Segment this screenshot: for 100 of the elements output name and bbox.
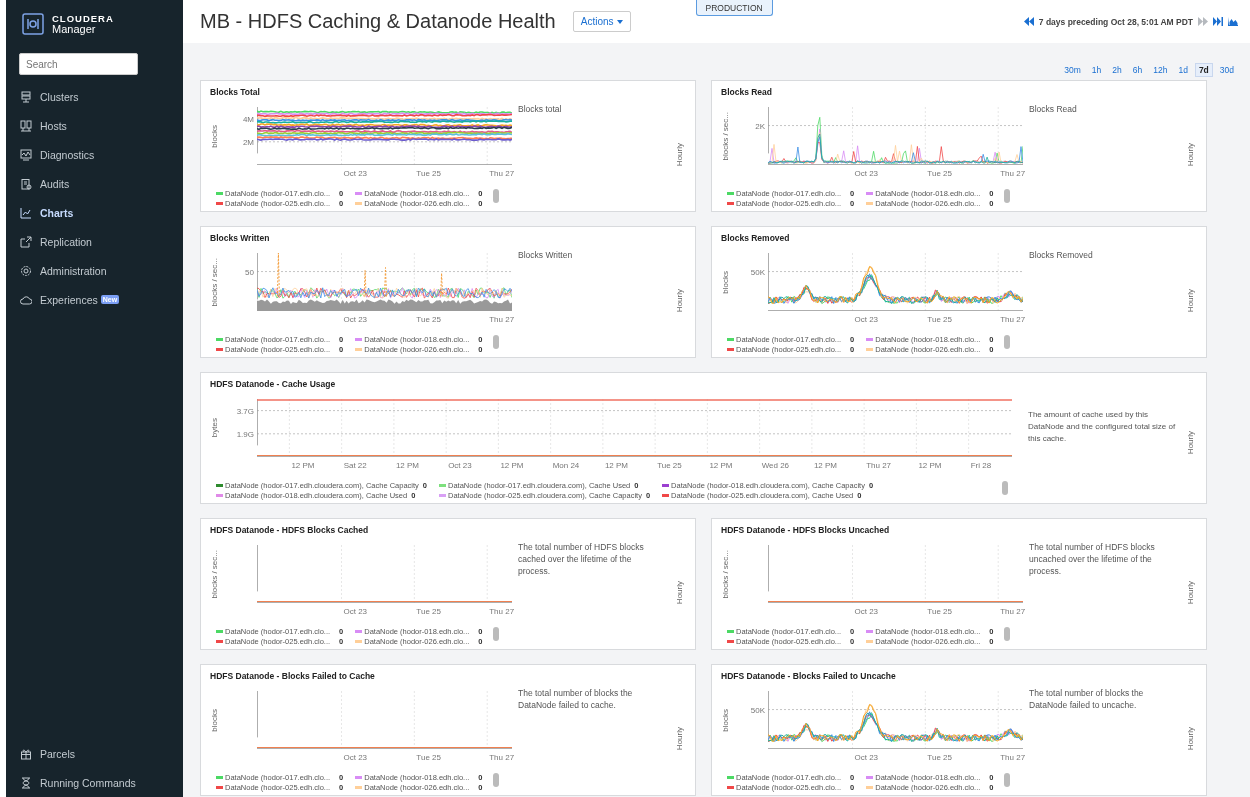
tick-label: Tue 25	[416, 169, 441, 178]
time-range-link[interactable]: 1d	[1174, 63, 1192, 77]
chart-description: The total number of HDFS blocks uncached over the lifetime of the process.	[1028, 541, 1156, 578]
tick-label: Oct 23	[854, 169, 879, 178]
tick-label: Fri 28	[970, 461, 992, 470]
hourglass-icon	[20, 776, 32, 789]
tick-label: Oct 23	[343, 315, 368, 324]
chart-title: HDFS Datanode - HDFS Blocks Uncached	[721, 525, 890, 536]
tick-label: Oct 23	[448, 461, 472, 470]
tick-label: Thu 27	[489, 315, 515, 324]
skip-to-end-icon[interactable]	[1213, 17, 1223, 26]
period-label: Hourly	[1186, 289, 1196, 313]
sidebar-item[interactable]: Charts	[6, 198, 183, 227]
tick-label: Oct 23	[343, 169, 368, 178]
tick-label: 50	[245, 267, 254, 277]
tick-label: Thu 27	[1000, 753, 1026, 762]
time-range-link[interactable]: 7d	[1194, 63, 1213, 77]
time-range-link[interactable]: 2h	[1108, 63, 1126, 77]
sidebar-item[interactable]: Running Commands	[6, 768, 183, 797]
tick-label: Tue 25	[927, 315, 952, 324]
scrollbar-thumb[interactable]	[1003, 627, 1010, 641]
chart-title: HDFS Datanode - HDFS Blocks Cached	[210, 525, 369, 536]
time-range-link[interactable]: 12h	[1149, 63, 1172, 77]
scrollbar-thumb[interactable]	[492, 627, 499, 641]
time-range-link[interactable]: 30m	[1060, 63, 1085, 77]
tick-label: 4M	[242, 114, 254, 124]
axis-label: blocks	[210, 124, 220, 148]
chart-title: Blocks Read	[721, 87, 773, 98]
tick-label: Mon 24	[552, 461, 580, 470]
period-label: Hourly	[675, 581, 685, 605]
period-label: Hourly	[1186, 431, 1196, 455]
tick-label: 3.7G	[236, 406, 254, 416]
time-range-link[interactable]: 6h	[1128, 63, 1147, 77]
tick-label: Oct 23	[854, 607, 879, 616]
tick-label: Thu 27	[1000, 169, 1026, 178]
tick-label: 12 PM	[500, 461, 524, 470]
clipboard-icon	[20, 177, 32, 190]
page-title: MB - HDFS Caching & Datanode Health	[200, 10, 556, 33]
hosts-icon	[20, 119, 32, 132]
sidebar-item[interactable]: Replication	[6, 227, 183, 256]
chart-description: The total number of blocks the DataNode failed to uncache.	[1028, 687, 1145, 712]
chart-title: Blocks Removed	[721, 233, 790, 244]
tick-label: Oct 23	[854, 753, 879, 762]
rewind-icon[interactable]	[1023, 17, 1034, 26]
period-label: Hourly	[675, 143, 685, 167]
time-range-link[interactable]: 30d	[1215, 63, 1238, 77]
sidebar-item[interactable]: Parcels	[6, 739, 183, 768]
sidebar-item[interactable]: Clusters	[6, 82, 183, 111]
brand-name: CLOUDERA	[52, 13, 114, 24]
tick-label: 12 PM	[291, 461, 315, 470]
tick-label: 2K	[755, 121, 765, 131]
sidebar-item[interactable]: Diagnostics	[6, 140, 183, 169]
axis-label: blocks / sec...	[721, 549, 731, 599]
environment-tag: PRODUCTION	[695, 0, 773, 16]
logo-icon	[22, 13, 44, 35]
sidebar-item[interactable]: Hosts	[6, 111, 183, 140]
axis-label: blocks / sec...	[210, 257, 220, 307]
tick-label: Tue 25	[416, 607, 441, 616]
tick-label: Thu 27	[489, 753, 515, 762]
sidebar-item[interactable]: Audits	[6, 169, 183, 198]
tick-label: Oct 23	[854, 315, 879, 324]
chart-title: HDFS Datanode - Blocks Failed to Cache	[210, 671, 375, 682]
server-icon	[20, 90, 32, 103]
chart-description: Blocks Read	[1028, 103, 1078, 116]
period-label: Hourly	[1186, 581, 1196, 605]
tick-label: Wed 26	[761, 461, 790, 470]
tick-label: Tue 25	[416, 753, 441, 762]
actions-button[interactable]: Actions	[572, 11, 631, 32]
area-chart-icon[interactable]	[1228, 17, 1238, 26]
scrollbar-thumb[interactable]	[492, 189, 499, 203]
search-field[interactable]: Search	[19, 53, 138, 75]
tick-label: Tue 25	[927, 607, 952, 616]
chart-description: The total number of blocks the DataNode failed to cache.	[517, 687, 634, 712]
chart-description: Blocks Removed	[1028, 249, 1094, 262]
time-range-link[interactable]: 1h	[1087, 63, 1106, 77]
tick-label: Sat 22	[343, 461, 367, 470]
chart-title: HDFS Datanode - Cache Usage	[210, 379, 336, 390]
scrollbar-thumb[interactable]	[1003, 335, 1010, 349]
tick-label: Thu 27	[489, 607, 515, 616]
tick-label: Tue 25	[927, 753, 952, 762]
chart-description: Blocks Written	[517, 249, 574, 262]
sidebar-item[interactable]: Administration	[6, 256, 183, 285]
scrollbar-thumb[interactable]	[492, 773, 499, 787]
tick-label: Tue 25	[927, 169, 952, 178]
cloud-icon	[20, 293, 32, 306]
tick-label: 12 PM	[813, 461, 837, 470]
scrollbar-thumb[interactable]	[492, 335, 499, 349]
product-name: Manager	[52, 24, 97, 35]
axis-label: blocks	[210, 708, 220, 732]
monitor-chart-icon	[20, 148, 32, 161]
time-range: 7 days preceding Oct 28, 5:01 AM PDT	[1038, 16, 1193, 27]
tick-label: Tue 25	[657, 461, 682, 470]
tick-label: 12 PM	[709, 461, 733, 470]
axis-label: blocks / sec...	[210, 549, 220, 599]
scrollbar-thumb[interactable]	[1003, 773, 1010, 787]
axis-label: blocks	[721, 270, 731, 294]
scrollbar-thumb[interactable]	[1002, 481, 1008, 495]
tick-label: Oct 23	[343, 607, 368, 616]
tick-label: 1.9G	[236, 429, 254, 439]
scrollbar-thumb[interactable]	[1003, 189, 1010, 203]
